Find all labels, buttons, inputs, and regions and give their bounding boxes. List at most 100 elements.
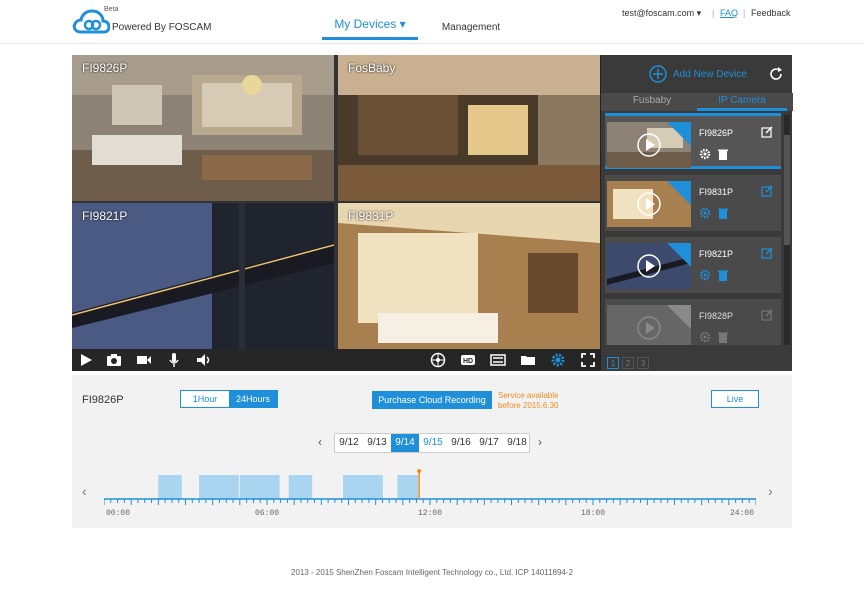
settings-gear-icon[interactable] [550, 352, 566, 368]
tab-fusbaby[interactable]: Fusbaby [607, 93, 697, 111]
delete-icon[interactable] [717, 148, 729, 160]
device-settings-icon[interactable] [699, 207, 711, 219]
timeline-label: 24:00 [730, 509, 754, 515]
date-button[interactable]: 9/13 [363, 434, 391, 452]
live-button[interactable]: Live [711, 390, 759, 408]
microphone-icon[interactable] [166, 352, 182, 368]
date-button[interactable]: 9/17 [475, 434, 503, 452]
date-button[interactable]: 9/18 [503, 434, 531, 452]
hd-quality-icon[interactable]: HD [460, 352, 476, 368]
tile-camera-label: FI9821P [82, 209, 128, 223]
time-range-toggle: 1Hour 24Hours [180, 390, 278, 408]
device-settings-icon[interactable] [699, 269, 711, 281]
video-tile[interactable]: FosBaby [338, 55, 600, 201]
recording-segment[interactable] [239, 475, 280, 499]
service-line: Service available [498, 391, 559, 400]
date-button[interactable]: 9/15 [419, 434, 447, 452]
library-feed [338, 203, 600, 349]
play-icon[interactable] [78, 352, 94, 368]
recording-segment[interactable] [397, 475, 419, 499]
user-menu[interactable]: test@foscam.com ▾ [622, 8, 701, 19]
page-button[interactable]: 1 [607, 357, 619, 369]
speaker-icon[interactable] [196, 352, 212, 368]
edit-icon[interactable] [761, 126, 773, 138]
tile-camera-label: FosBaby [348, 61, 396, 75]
device-settings-icon[interactable] [699, 148, 711, 160]
lobby-feed [338, 55, 600, 201]
flip-icon[interactable] [490, 352, 506, 368]
recording-timeline[interactable]: 00:00 06:00 12:00 18:00 24:00 [104, 469, 756, 515]
device-list-scrollbar[interactable] [784, 115, 790, 345]
record-video-icon[interactable] [136, 352, 152, 368]
snapshot-icon[interactable] [106, 352, 122, 368]
video-grid: FI9826P FosBaby FI9821P FI9831P [72, 55, 600, 349]
device-thumbnail [607, 305, 691, 345]
video-tile[interactable]: FI9831P [338, 203, 600, 349]
page-button[interactable]: 2 [622, 357, 634, 369]
ptz-control-icon[interactable] [430, 352, 446, 368]
delete-icon[interactable] [717, 207, 729, 219]
folder-icon[interactable] [520, 352, 536, 368]
device-item[interactable]: FI9831P [605, 175, 781, 231]
nav-my-devices[interactable]: My Devices ▾ [322, 17, 418, 40]
nav-management[interactable]: Management [432, 22, 510, 33]
timeline-prev-icon[interactable]: ‹ [82, 483, 87, 499]
video-tile[interactable]: FI9826P [72, 55, 334, 201]
fullscreen-icon[interactable] [580, 352, 596, 368]
date-prev-icon[interactable]: ‹ [318, 435, 322, 449]
date-button[interactable]: 9/14 [391, 434, 419, 452]
date-button[interactable]: 9/12 [335, 434, 363, 452]
recording-segment[interactable] [158, 475, 182, 499]
device-name: FI9826P [699, 128, 734, 138]
edit-icon[interactable] [761, 309, 773, 321]
delete-icon[interactable] [717, 331, 729, 343]
powered-by-text: Powered By FOSCAM [112, 22, 212, 33]
device-name: FI9821P [699, 249, 734, 259]
live-view-area: FI9826P FosBaby FI9821P FI9831P HD Add N… [72, 55, 793, 371]
faq-link[interactable]: FAQ [720, 8, 738, 18]
device-item[interactable]: FI9826P [605, 113, 781, 169]
device-thumbnail [607, 243, 691, 289]
range-24hours-button[interactable]: 24Hours [229, 391, 277, 407]
timeline-next-icon[interactable]: › [768, 483, 773, 499]
refresh-icon[interactable] [769, 67, 783, 81]
svg-text:HD: HD [463, 358, 473, 365]
video-tile-selected[interactable]: FI9821P [72, 203, 334, 349]
scrollbar-thumb[interactable] [784, 135, 790, 245]
device-pagination: 123 [607, 353, 652, 369]
date-next-icon[interactable]: › [538, 435, 542, 449]
date-selector: 9/12 9/13 9/14 9/15 9/16 9/17 9/18 [334, 433, 530, 453]
tab-ip-camera[interactable]: IP Camera [697, 93, 787, 111]
service-line: before 2015.6.30 [498, 401, 559, 410]
playhead-handle[interactable] [417, 469, 422, 473]
range-1hour-button[interactable]: 1Hour [181, 391, 229, 407]
recording-segment[interactable] [199, 475, 239, 499]
device-list: FI9826P FI9831P FI9821P FI9828P [601, 113, 783, 345]
device-item[interactable]: FI9828P [605, 299, 781, 345]
device-name: FI9828P [699, 311, 734, 321]
device-thumbnail [607, 122, 691, 168]
device-settings-icon[interactable] [699, 331, 711, 343]
purchase-cloud-recording-button[interactable]: Purchase Cloud Recording [372, 391, 492, 409]
recording-segment[interactable] [288, 475, 313, 499]
service-availability-note: Service available before 2015.6.30 [498, 391, 559, 411]
timeline-label: 12:00 [418, 509, 442, 515]
device-thumbnail [607, 181, 691, 227]
device-type-tabs: Fusbaby IP Camera [601, 93, 793, 111]
device-item[interactable]: FI9821P [605, 237, 781, 293]
page-button[interactable]: 3 [637, 357, 649, 369]
edit-icon[interactable] [761, 185, 773, 197]
recording-segment[interactable] [343, 475, 383, 499]
timeline-label: 00:00 [106, 509, 130, 515]
header-separator: | [712, 8, 715, 18]
date-button[interactable]: 9/16 [447, 434, 475, 452]
beta-label: Beta [104, 6, 119, 13]
edit-icon[interactable] [761, 247, 773, 259]
add-device-label: Add New Device [673, 69, 747, 80]
device-name: FI9831P [699, 187, 734, 197]
footer-copyright: 2013 - 2015 ShenZhen Foscam Intelligent … [291, 568, 573, 577]
feedback-link[interactable]: Feedback [751, 8, 791, 18]
timeline-label: 18:00 [581, 509, 605, 515]
delete-icon[interactable] [717, 269, 729, 281]
add-device-button[interactable]: Add New Device [649, 65, 759, 83]
